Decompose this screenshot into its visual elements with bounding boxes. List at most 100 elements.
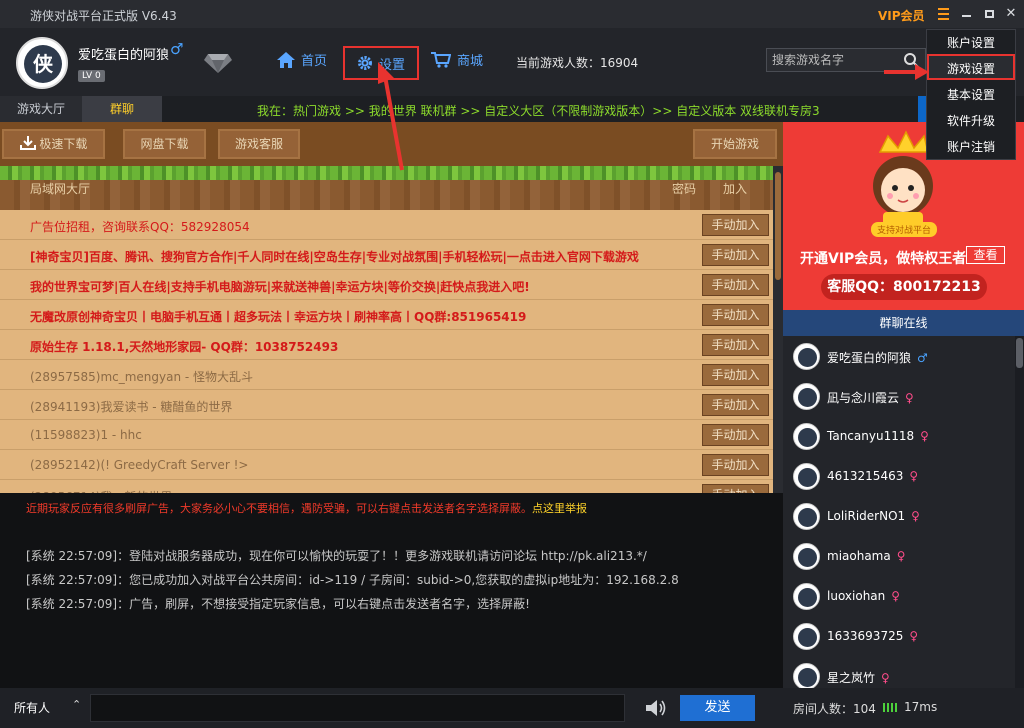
tab-row: 游戏大厅 群聊 我在：热门游戏 >> 我的世界 联机群 >> 自定义大区（不限制…	[0, 96, 1024, 122]
room-row[interactable]: (28941193)我爱读书 - 糖醋鱼的世界 手动加入	[0, 390, 773, 420]
avatar	[793, 663, 820, 688]
room-row[interactable]: 我的世界宝可梦|百人在线|支持手机电脑游玩|来就送神兽|幸运方块|等价交换|赶快…	[0, 270, 773, 300]
menu-item-software-upgrade[interactable]: 软件升级	[927, 108, 1015, 134]
user-name: luoxiohan	[827, 589, 886, 603]
vip-member-link[interactable]: VIP会员	[878, 7, 925, 24]
nav-store[interactable]: 商城	[431, 50, 483, 69]
vip-view-button[interactable]: 查看	[966, 246, 1005, 264]
nav-home[interactable]: 首页	[277, 50, 327, 69]
user-name: 4613215463	[827, 469, 904, 483]
online-user[interactable]: miaohama ♀	[783, 536, 1015, 576]
menu-item-account-logout[interactable]: 账户注销	[927, 134, 1015, 160]
online-user[interactable]: 爱吃蛋白的阿狼 ♂	[783, 336, 1015, 376]
avatar[interactable]: 侠	[16, 37, 68, 89]
report-link[interactable]: 点这里举报	[532, 502, 587, 515]
avatar	[793, 543, 820, 570]
vip-promo-text: 开通VIP会员，做特权王者	[800, 251, 967, 267]
home-icon	[277, 51, 295, 68]
manual-join-button[interactable]: 手动加入	[702, 454, 769, 476]
female-icon: ♀	[881, 671, 890, 685]
female-icon: ♀	[911, 509, 920, 523]
user-name: 爱吃蛋白的阿狼	[827, 351, 912, 365]
room-row[interactable]: 原始生存 1.18.1,天然地形家园- QQ群：1038752493 手动加入	[0, 330, 773, 360]
female-icon: ♀	[920, 429, 929, 443]
menu-item-account-settings[interactable]: 账户设置	[927, 30, 1015, 56]
start-game-button[interactable]: 开始游戏	[693, 129, 777, 159]
search-icon[interactable]	[903, 52, 921, 70]
user-name: Tancanyu1118	[827, 429, 915, 443]
chevron-up-icon[interactable]: ⌃	[72, 698, 81, 711]
room-row[interactable]: 无魔改原创神奇宝贝丨电脑手机互通丨超多玩法丨幸运方块丨刷神率高丨QQ群:8519…	[0, 300, 773, 330]
online-user[interactable]: 凪与念川霞云 ♀	[783, 376, 1015, 416]
room-list-scrollbar[interactable]	[773, 166, 783, 493]
room-name: (28941193)我爱读书 - 糖醋鱼的世界	[30, 400, 233, 414]
tab-game-lobby[interactable]: 游戏大厅	[0, 96, 82, 122]
chat-input-row: 所有人 ⌃ 发送	[0, 688, 783, 728]
game-service-button[interactable]: 游戏客服	[218, 129, 300, 159]
room-name: (28957585)mc_mengyan - 怪物大乱斗	[30, 370, 254, 384]
room-row[interactable]: (28952142)(! GreedyCraft Server !> 手动加入	[0, 450, 773, 480]
male-icon: ♂	[170, 40, 184, 58]
user-list-scrollbar[interactable]	[1015, 336, 1024, 688]
online-game-count: 当前游戏人数：16904	[516, 56, 639, 70]
room-row[interactable]: 广告位招租，咨询联系QQ：582928054 手动加入	[0, 210, 773, 240]
online-user[interactable]: 1633693725 ♀	[783, 616, 1015, 656]
username: 爱吃蛋白的阿狼	[78, 48, 170, 63]
avatar	[793, 343, 820, 370]
user-name: LoliRiderNO1	[827, 509, 906, 523]
online-user[interactable]: luoxiohan ♀	[783, 576, 1015, 616]
manual-join-button[interactable]: 手动加入	[702, 394, 769, 416]
user-name: miaohama	[827, 549, 891, 563]
room-row[interactable]: (28956714)我 - 新的世界手动加入	[0, 480, 773, 493]
search-input[interactable]: 搜索游戏名字	[766, 48, 926, 72]
online-user[interactable]: Tancanyu1118 ♀	[783, 416, 1015, 456]
manual-join-button[interactable]: 手动加入	[702, 214, 769, 236]
room-row[interactable]: (28957585)mc_mengyan - 怪物大乱斗 手动加入	[0, 360, 773, 390]
online-user[interactable]: 4613215463 ♀	[783, 456, 1015, 496]
online-user[interactable]: 星之岚竹 ♀	[783, 656, 1015, 688]
log-line: [系统 22:57:09]：您已成功加入对战平台公共房间：id->119 / 子…	[26, 573, 679, 587]
tab-group-chat[interactable]: 群聊	[82, 96, 162, 122]
manual-join-button[interactable]: 手动加入	[702, 244, 769, 266]
room-name: [神奇宝贝]百度、腾讯、搜狗官方合作|千人同时在线|空岛生存|专业对战氛围|手机…	[30, 250, 639, 264]
female-icon: ♀	[905, 391, 914, 405]
pan-download-button[interactable]: 网盘下载	[123, 129, 206, 159]
fast-download-button[interactable]: 极速下载	[2, 129, 105, 159]
manual-join-button[interactable]: 手动加入	[702, 364, 769, 386]
diamond-icon[interactable]	[204, 52, 232, 74]
online-users-header: 群聊在线	[783, 310, 1024, 336]
speaker-icon[interactable]	[644, 698, 666, 718]
menu-item-game-settings[interactable]: 游戏设置	[927, 54, 1015, 80]
maximize-icon[interactable]	[980, 5, 998, 23]
nav-settings-label: 设置	[378, 57, 405, 73]
manual-join-button[interactable]: 手动加入	[702, 424, 769, 446]
online-user[interactable]: LoliRiderNO1 ♀	[783, 496, 1015, 536]
manual-join-button[interactable]: 手动加入	[702, 484, 769, 493]
chat-input[interactable]	[90, 694, 625, 722]
menu-icon[interactable]	[934, 5, 952, 23]
room-name: 无魔改原创神奇宝贝丨电脑手机互通丨超多玩法丨幸运方块丨刷神率高丨QQ群:8519…	[30, 310, 527, 324]
manual-join-button[interactable]: 手动加入	[702, 334, 769, 356]
room-name: 广告位招租，咨询联系QQ：582928054	[30, 220, 250, 234]
nav-home-label: 首页	[301, 54, 328, 69]
menu-item-basic-settings[interactable]: 基本设置	[927, 82, 1015, 108]
recipient-select[interactable]: 所有人	[14, 699, 50, 716]
user-name: 星之岚竹	[827, 671, 876, 685]
manual-join-button[interactable]: 手动加入	[702, 274, 769, 296]
female-icon: ♀	[909, 629, 919, 643]
close-icon[interactable]: ✕	[1002, 5, 1020, 23]
nav-settings[interactable]: 设置	[343, 46, 419, 80]
window-title: 游侠对战平台正式版 V6.43	[30, 9, 177, 23]
manual-join-button[interactable]: 手动加入	[702, 304, 769, 326]
send-button[interactable]: 发送	[680, 695, 755, 721]
room-row[interactable]: [神奇宝贝]百度、腾讯、搜狗官方合作|千人同时在线|空岛生存|专业对战氛围|手机…	[0, 240, 773, 270]
level-badge: LV 0	[78, 70, 105, 82]
column-header-lan-hall: 局域网大厅	[30, 182, 91, 196]
room-row[interactable]: (11598823)1 - hhc 手动加入	[0, 420, 773, 450]
room-name: (28952142)(! GreedyCraft Server !>	[30, 458, 249, 472]
breadcrumb: 我在：热门游戏 >> 我的世界 联机群 >> 自定义大区（不限制游戏版本）>> …	[257, 104, 820, 118]
column-header-password: 密码	[672, 182, 697, 196]
minimize-icon[interactable]	[957, 5, 975, 23]
avatar	[793, 503, 820, 530]
list-header-band	[0, 166, 773, 210]
